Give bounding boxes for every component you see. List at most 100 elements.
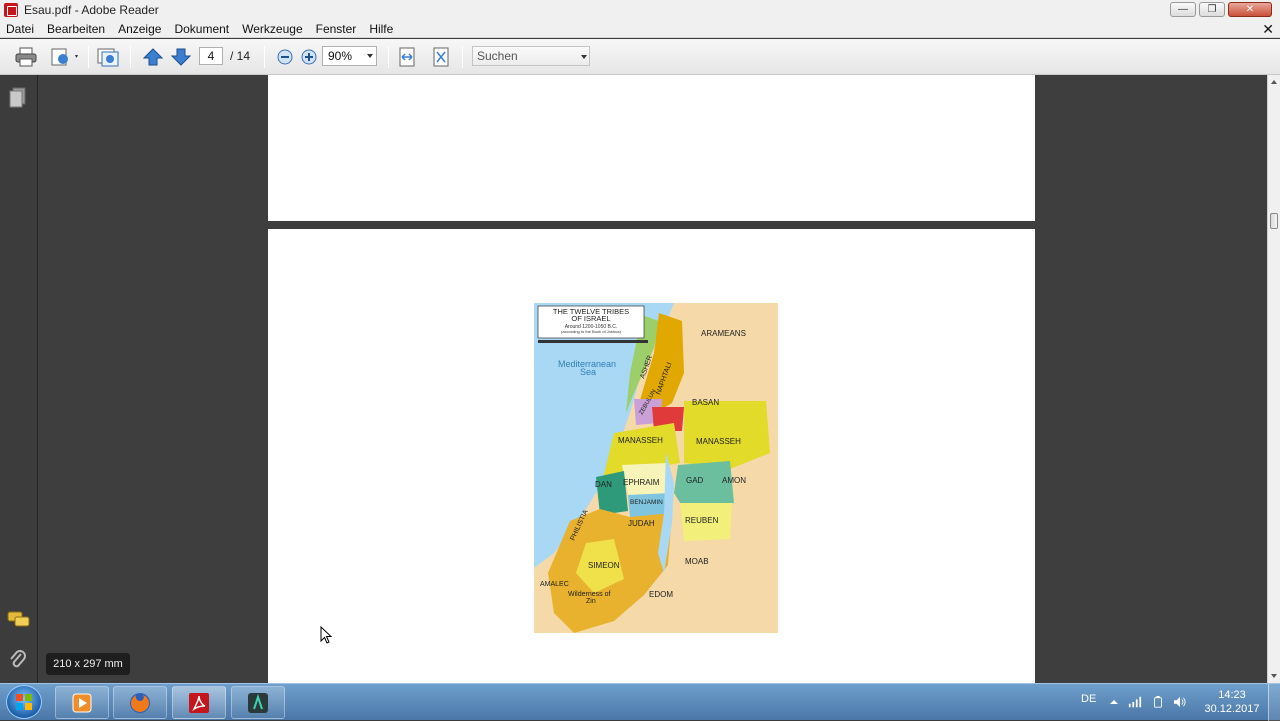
label-manasseh-east: MANASSEH <box>696 437 741 446</box>
minimize-button[interactable]: — <box>1170 2 1196 17</box>
twelve-tribes-map: THE TWELVE TRIBES OF ISRAEL Around 1200-… <box>534 303 778 633</box>
menu-hilfe[interactable]: Hilfe <box>363 22 400 36</box>
show-desktop-button[interactable] <box>1268 684 1280 721</box>
menu-dokument[interactable]: Dokument <box>168 22 236 36</box>
attachments-button[interactable] <box>9 649 27 674</box>
next-page-button[interactable] <box>170 47 192 67</box>
label-dan: DAN <box>595 480 612 489</box>
toolbar-separator <box>264 46 265 68</box>
label-judah: JUDAH <box>628 519 655 528</box>
system-clock[interactable]: 14:23 30.12.2017 <box>1203 688 1261 716</box>
zoom-value: 90% <box>328 49 353 63</box>
share-icon <box>51 48 78 66</box>
collaborate-button[interactable] <box>96 47 122 67</box>
pdf-page-4: THE TWELVE TRIBES OF ISRAEL Around 1200-… <box>268 229 1035 683</box>
video-editor-icon <box>248 692 268 713</box>
start-button[interactable] <box>6 685 42 719</box>
firefox-icon <box>130 692 150 713</box>
menu-fenster[interactable]: Fenster <box>310 22 364 36</box>
windows-taskbar: DE 14:23 30.12.2017 <box>0 683 1280 721</box>
paperclip-icon <box>10 650 26 668</box>
arrow-up-icon <box>143 48 163 66</box>
toolbar-separator <box>88 46 89 68</box>
page-total-label: / 14 <box>230 49 251 63</box>
document-view[interactable]: THE TWELVE TRIBES OF ISRAEL Around 1200-… <box>38 75 1267 683</box>
page-size-indicator: 210 x 297 mm <box>46 653 130 675</box>
fit-page-button[interactable] <box>430 47 452 67</box>
menu-werkzeuge[interactable]: Werkzeuge <box>236 22 309 36</box>
arrow-down-icon <box>171 48 191 66</box>
menu-bar: Datei Bearbeiten Anzeige Dokument Werkze… <box>0 20 1280 38</box>
label-reuben: REUBEN <box>685 516 719 525</box>
adobe-reader-icon <box>189 692 209 713</box>
windows-logo-icon <box>16 694 32 710</box>
label-wilderness-line2: Zin <box>586 598 596 605</box>
window-title: Esau.pdf - Adobe Reader <box>24 3 159 17</box>
menu-anzeige[interactable]: Anzeige <box>112 22 168 36</box>
pdf-page-3 <box>268 75 1035 221</box>
label-ephraim: EPHRAIM <box>623 478 660 487</box>
label-amon: AMON <box>722 476 746 485</box>
label-benjamin: BENJAMIN <box>630 499 663 506</box>
label-edom: EDOM <box>649 590 673 599</box>
label-sea-line2: Sea <box>580 367 596 377</box>
navigation-panel <box>0 75 38 683</box>
zoom-out-icon <box>277 49 293 65</box>
search-placeholder: Suchen <box>477 49 518 63</box>
comments-button[interactable] <box>7 611 31 632</box>
page-thumbnails-button[interactable] <box>9 87 27 112</box>
menu-bearbeiten[interactable]: Bearbeiten <box>41 22 112 36</box>
map-title-line2: OF ISRAEL <box>571 314 610 323</box>
toolbar-separator <box>130 46 131 68</box>
printer-icon <box>15 47 37 67</box>
adobe-reader-icon <box>4 3 18 17</box>
window-controls: — ❐ ✕ <box>1170 2 1272 17</box>
language-indicator[interactable]: DE <box>1081 693 1096 705</box>
zoom-select[interactable]: 90% <box>322 46 377 66</box>
zoom-in-button[interactable] <box>300 47 318 67</box>
volume-icon[interactable] <box>1173 696 1187 708</box>
vertical-scrollbar[interactable] <box>1267 75 1280 683</box>
taskbar-media-player[interactable] <box>55 686 109 719</box>
title-bar: Esau.pdf - Adobe Reader — ❐ ✕ <box>0 0 1280 20</box>
zoom-out-button[interactable] <box>276 47 294 67</box>
fit-width-icon <box>399 47 415 67</box>
clock-date: 30.12.2017 <box>1204 703 1260 715</box>
pages-icon <box>9 87 26 108</box>
mouse-cursor-icon <box>320 626 332 644</box>
chevron-down-icon <box>367 54 373 58</box>
fit-width-button[interactable] <box>396 47 418 67</box>
taskbar-adobe-reader[interactable] <box>172 686 226 719</box>
close-button[interactable]: ✕ <box>1228 2 1272 17</box>
network-icon[interactable] <box>1128 696 1142 708</box>
maximize-button[interactable]: ❐ <box>1199 2 1225 17</box>
label-amalec: AMALEC <box>540 581 569 588</box>
taskbar-firefox[interactable] <box>113 686 167 719</box>
fit-page-icon <box>433 47 449 67</box>
scroll-up-icon[interactable] <box>1271 80 1277 84</box>
map-subtitle-line2: (according to the Book of Joshua) <box>561 329 621 334</box>
label-wilderness-line1: Wilderness of <box>568 591 610 598</box>
previous-page-button[interactable] <box>142 47 164 67</box>
zoom-in-icon <box>301 49 317 65</box>
toolbar-separator <box>388 46 389 68</box>
print-button[interactable] <box>14 47 38 67</box>
page-number-input[interactable]: 4 <box>199 47 223 65</box>
show-hidden-icons-icon[interactable] <box>1107 696 1121 708</box>
clock-time: 14:23 <box>1218 689 1246 701</box>
scroll-thumb[interactable] <box>1270 213 1278 229</box>
scroll-down-icon[interactable] <box>1271 674 1277 678</box>
taskbar-filmora[interactable] <box>231 686 285 719</box>
toolbar-separator <box>462 46 463 68</box>
chevron-down-icon <box>581 55 587 59</box>
comment-pages-icon <box>97 48 119 67</box>
label-arameans: ARAMEANS <box>701 329 746 338</box>
label-simeon: SIMEON <box>588 561 620 570</box>
media-player-icon <box>72 693 92 712</box>
power-icon[interactable] <box>1151 696 1165 708</box>
share-button[interactable] <box>48 47 82 67</box>
menu-datei[interactable]: Datei <box>0 22 41 36</box>
label-basan: BASAN <box>692 398 719 407</box>
document-close-icon[interactable]: ✕ <box>1262 21 1274 38</box>
search-input[interactable]: Suchen <box>472 46 590 66</box>
